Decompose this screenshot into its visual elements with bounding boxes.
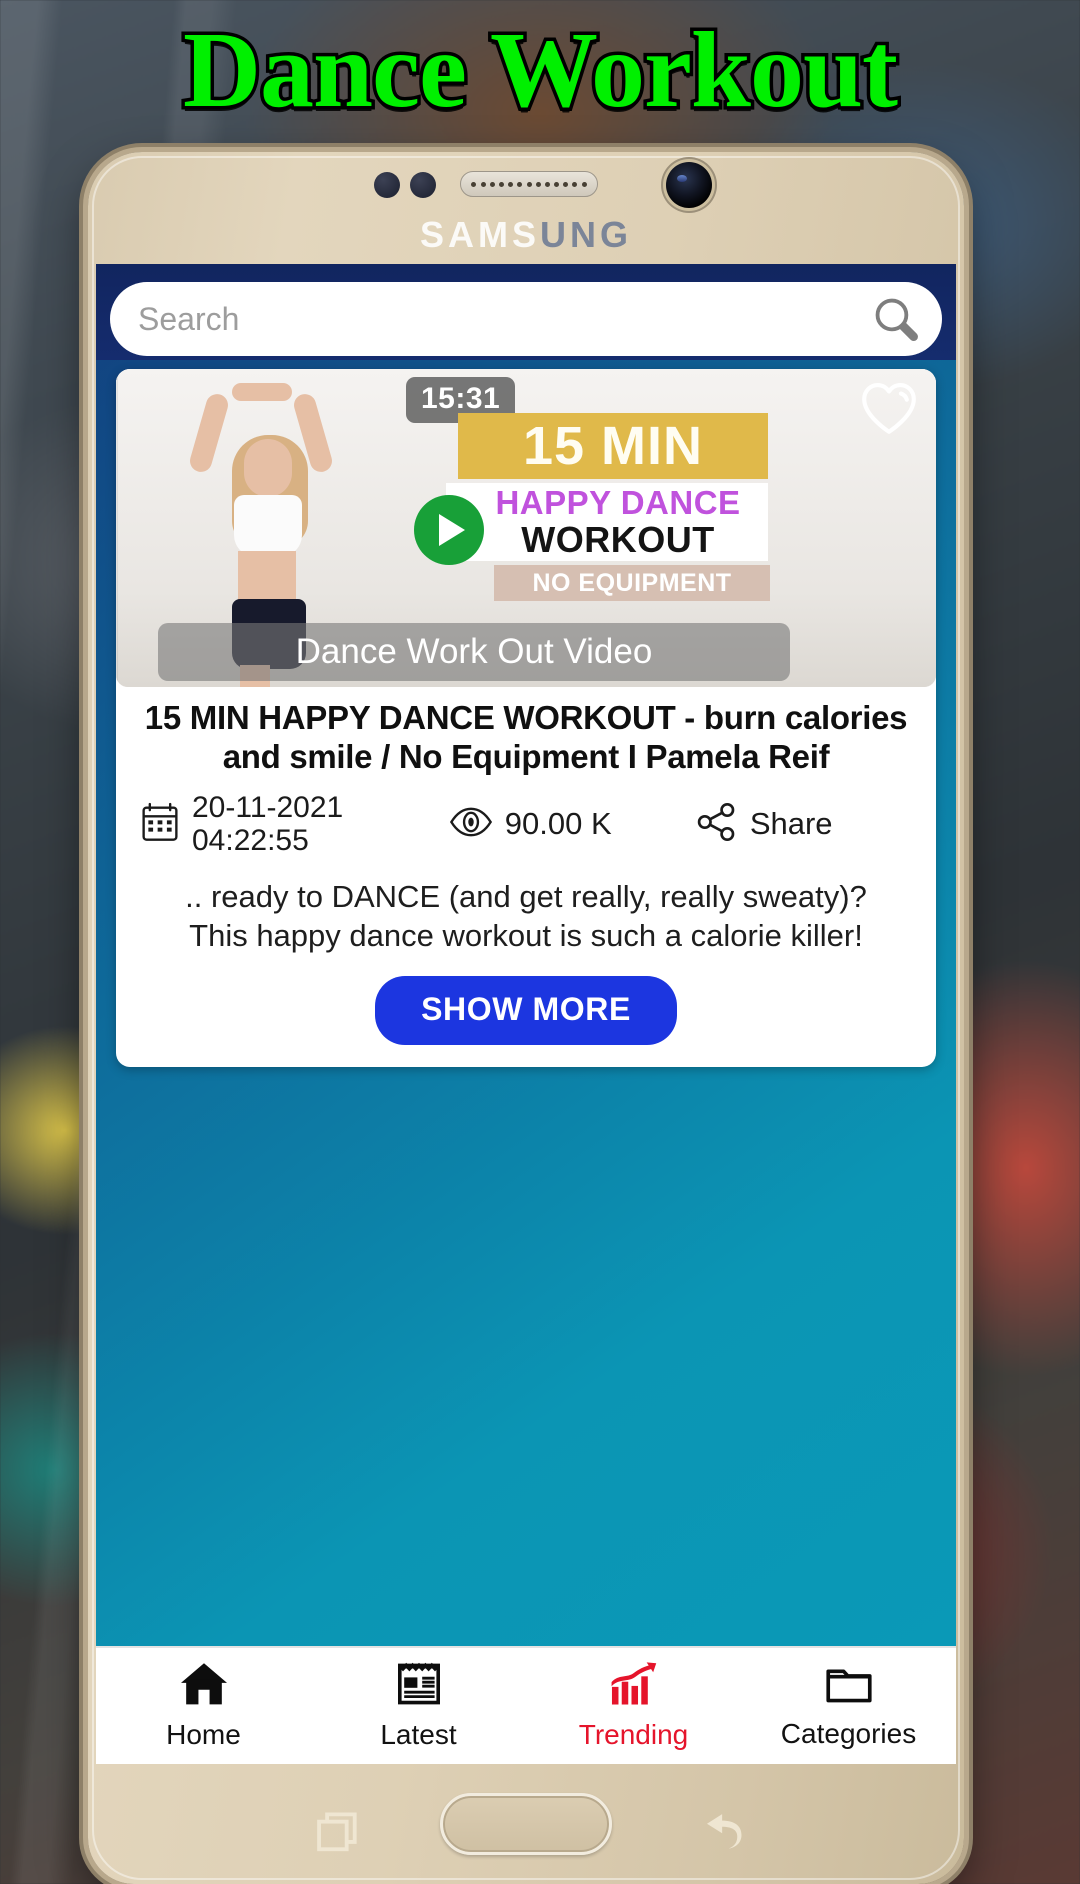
grille-dot: [563, 181, 569, 187]
video-date-value: 20-11-2021 04:22:55: [192, 791, 343, 858]
poster-line1: HAPPY DANCE: [495, 484, 741, 521]
video-views-meta: 90.00 K: [449, 805, 696, 844]
thumbnail-overlay-label: Dance Work Out Video: [158, 623, 790, 681]
play-triangle: [439, 514, 465, 546]
video-description-line2: This happy dance workout is such a calor…: [189, 917, 863, 953]
poster-title-banner: HAPPY DANCE WORKOUT: [446, 483, 768, 561]
nav-item-latest[interactable]: Latest: [311, 1648, 526, 1764]
eye-icon: [449, 805, 493, 844]
heart-outline-icon[interactable]: [858, 379, 920, 442]
grille-dot: [498, 181, 504, 187]
share-label: Share: [749, 806, 833, 842]
light-sensor-icon: [410, 172, 436, 198]
grille-dot: [489, 181, 495, 187]
video-time-text: 04:22:55: [192, 824, 309, 858]
grille-dot: [517, 181, 523, 187]
video-card-body: 15 MIN HAPPY DANCE WORKOUT - burn calori…: [116, 687, 936, 1067]
page-title: Dance Workout: [179, 11, 901, 130]
calendar-icon: [140, 801, 180, 848]
video-thumbnail[interactable]: 15:31 15 MIN HAPPY DANCE WORKOUT NO EQUI…: [116, 369, 936, 687]
app-header: [96, 264, 956, 360]
back-icon[interactable]: [700, 1808, 750, 1859]
grille-dot: [535, 181, 541, 187]
poster-line3-banner: NO EQUIPMENT: [494, 565, 770, 601]
front-camera-icon: [666, 162, 712, 208]
video-description-line1: .. ready to DANCE (and get really, reall…: [185, 879, 867, 915]
phone-screen: 15:31 15 MIN HAPPY DANCE WORKOUT NO EQUI…: [96, 264, 956, 1764]
video-views-value: 90.00 K: [504, 806, 612, 842]
share-icon: [696, 802, 738, 847]
phone-top-hardware: SAMSUNG: [88, 152, 964, 264]
video-title: 15 MIN HAPPY DANCE WORKOUT - burn calori…: [144, 699, 908, 775]
video-description: .. ready to DANCE (and get really, reall…: [136, 878, 916, 956]
grille-dot: [554, 181, 560, 187]
poster-line2: WORKOUT: [521, 519, 715, 560]
phone-bottom-hardware: [88, 1764, 964, 1884]
show-more-button[interactable]: SHOW MORE: [375, 975, 677, 1045]
home-icon: [179, 1661, 229, 1712]
play-icon[interactable]: [414, 495, 484, 565]
grille-dot: [508, 181, 514, 187]
grille-dot: [544, 181, 550, 187]
video-card[interactable]: 15:31 15 MIN HAPPY DANCE WORKOUT NO EQUI…: [116, 369, 936, 1067]
grille-dot: [471, 181, 477, 187]
brand-text-dark: UNG: [540, 214, 632, 255]
nav-item-home[interactable]: Home: [96, 1648, 311, 1764]
home-button[interactable]: [440, 1793, 612, 1855]
bottom-navigation: Home Latest Trending Categories: [96, 1646, 956, 1764]
show-more-wrapper: SHOW MORE: [136, 975, 916, 1045]
share-button[interactable]: Share: [696, 802, 912, 847]
search-icon[interactable]: [850, 292, 942, 346]
video-meta-row: 20-11-2021 04:22:55 90.00 K Share: [136, 791, 916, 858]
news-icon: [395, 1661, 443, 1712]
trending-icon: [609, 1661, 659, 1712]
search-bar[interactable]: [110, 282, 942, 356]
grille-dot: [572, 181, 578, 187]
recents-icon[interactable]: [316, 1810, 362, 1859]
nav-item-categories[interactable]: Categories: [741, 1648, 956, 1764]
samsung-logo: SAMSUNG: [88, 214, 964, 256]
grille-dot: [581, 181, 587, 187]
proximity-sensor-icon: [374, 172, 400, 198]
brand-text-light: SAMS: [419, 214, 540, 255]
grille-dot: [480, 181, 486, 187]
video-date-text: 20-11-2021: [192, 790, 344, 824]
nav-item-trending[interactable]: Trending: [526, 1648, 741, 1764]
nav-label-home: Home: [166, 1719, 241, 1750]
phone-mockup: SAMSUNG Search 15:31 15 MIN HAPPY DANCE …: [88, 152, 964, 1884]
earpiece-speaker-icon: [460, 171, 598, 197]
poster-minutes-banner: 15 MIN: [458, 413, 768, 479]
nav-label-trending: Trending: [578, 1719, 689, 1750]
video-date-meta: 20-11-2021 04:22:55: [140, 791, 449, 858]
nav-label-latest: Latest: [380, 1719, 457, 1750]
nav-label-categories: Categories: [780, 1718, 917, 1749]
folder-icon: [824, 1662, 874, 1711]
search-input[interactable]: [110, 300, 850, 338]
app-title-banner: Dance Workout: [0, 8, 1080, 134]
grille-dot: [526, 181, 532, 187]
